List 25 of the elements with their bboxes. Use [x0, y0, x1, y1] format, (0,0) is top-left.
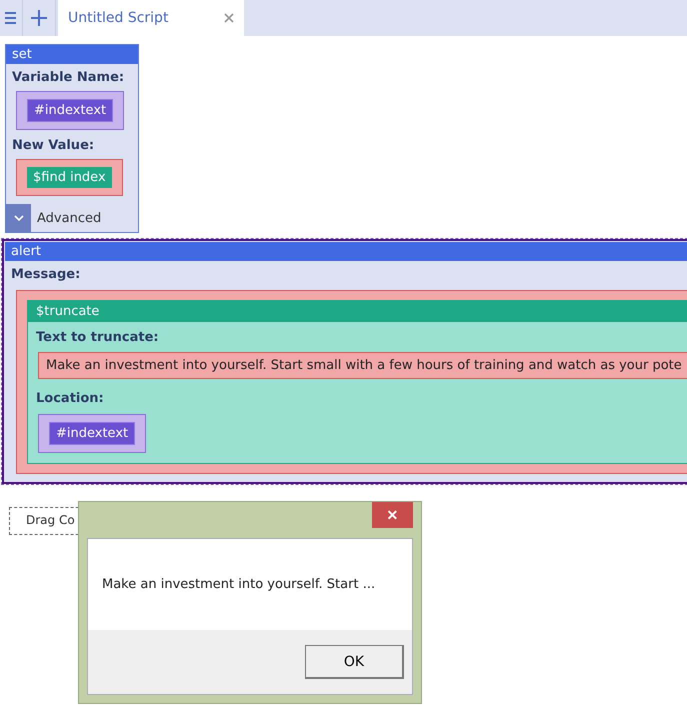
expand-button[interactable] [6, 204, 31, 232]
text-value[interactable]: Make an investment into yourself. Start small with a few hours of training and watch as your pote [38, 352, 687, 379]
script-tab[interactable]: Untitled Script [58, 0, 244, 36]
variable-chip[interactable]: #indextext [49, 422, 136, 445]
plus-icon [31, 10, 47, 26]
add-tab-button[interactable] [22, 0, 56, 36]
alert-block[interactable]: alert Message: $truncate Text to truncate: Make an investment into yourself. Start small with a few hours of training and watch as your pote Location: #indextext [2, 239, 687, 484]
ok-button[interactable]: OK [305, 645, 404, 679]
advanced-label: Advanced [37, 210, 102, 226]
variable-chip[interactable]: #indextext [27, 99, 114, 122]
block-title: $truncate [28, 301, 687, 322]
field-label: Message: [10, 266, 82, 284]
field-label: Location: [35, 390, 105, 408]
field-label: Text to truncate: [35, 329, 160, 347]
set-block[interactable]: set Variable Name: #indextext New Value: $find index Advanced [5, 44, 139, 233]
dialog-message: Make an investment into yourself. Start ... [101, 576, 376, 594]
close-button[interactable]: ✕ [372, 502, 413, 528]
menu-icon [4, 12, 16, 24]
field-label: Variable Name: [11, 69, 126, 87]
block-title: set [6, 45, 138, 64]
close-icon[interactable] [224, 13, 234, 23]
truncate-block[interactable]: $truncate Text to truncate: Make an investment into yourself. Start small with a few hours of training and watch as your pote Location: #indextext [27, 300, 687, 464]
block-title: alert [5, 242, 687, 261]
field-label: New Value: [11, 137, 96, 155]
chevron-icon [14, 215, 24, 221]
